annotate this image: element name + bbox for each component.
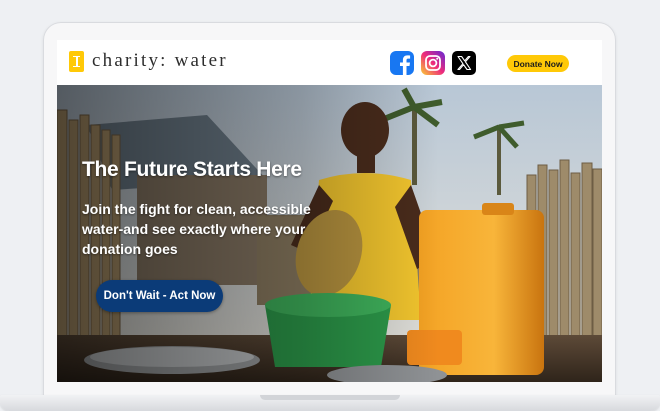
laptop-notch xyxy=(260,395,400,400)
hero-title: The Future Starts Here xyxy=(82,158,302,181)
x-icon[interactable] xyxy=(452,51,476,75)
brand-name: charity: water xyxy=(92,50,228,71)
act-now-button[interactable]: Don't Wait - Act Now xyxy=(96,280,223,312)
facebook-icon[interactable] xyxy=(390,51,414,75)
brand-logo[interactable]: charity: water xyxy=(69,50,228,72)
hero-subtitle: Join the fight for clean, accessible wat… xyxy=(82,201,311,257)
laptop-mockup: charity: water Donate Now The Future Sta… xyxy=(0,0,660,411)
laptop-screen: charity: water Donate Now The Future Sta… xyxy=(57,40,602,382)
jerrycan-icon xyxy=(69,50,84,72)
instagram-icon[interactable] xyxy=(421,51,445,75)
hero-section: The Future Starts Here Join the fight fo… xyxy=(57,85,602,382)
donate-button[interactable]: Donate Now xyxy=(507,55,569,72)
site-header: charity: water Donate Now xyxy=(57,40,602,84)
